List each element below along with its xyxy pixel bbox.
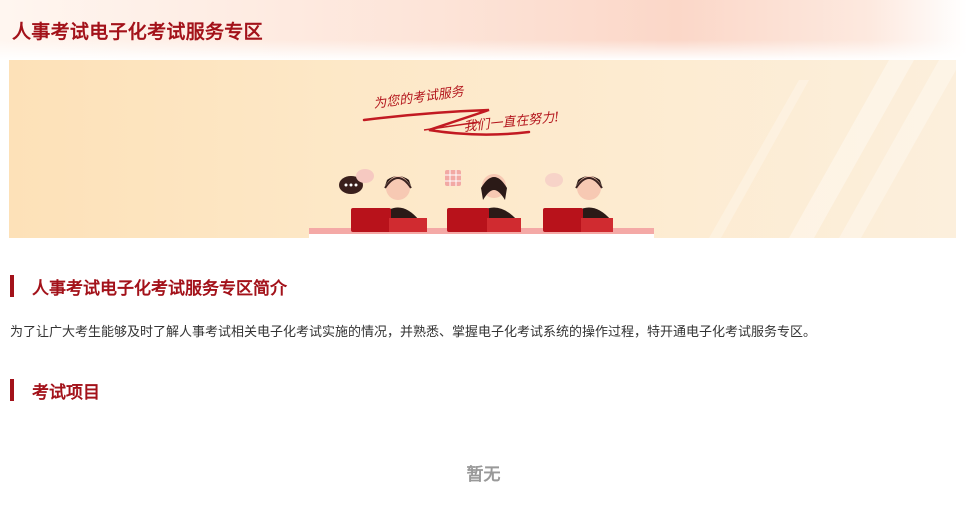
banner-illustration: 为您的考试服务 我们一直在努力! [309,60,956,238]
exam-section-title: 考试项目 [32,382,100,403]
thought-bubble-icon [545,173,563,187]
grid-bubble-icon [445,170,461,186]
intro-section-header: 人事考试电子化考试服务专区简介 [10,274,287,299]
slogan-line1: 为您的考试服务 [372,84,465,112]
section-marker [10,275,14,297]
empty-state-text: 暂无 [466,465,501,485]
intro-section-title: 人事考试电子化考试服务专区简介 [32,278,287,299]
chat-bubble-icon [339,169,374,194]
exam-section-header: 考试项目 [10,378,100,403]
intro-description: 为了让广大考生能够及时了解人事考试相关电子化考试实施的情况，并熟悉、掌握电子化考… [10,325,817,340]
service-banner: 为您的考试服务 我们一直在努力! [9,60,956,238]
page-title: 人事考试电子化考试服务专区 [12,21,263,43]
section-marker [10,379,14,401]
